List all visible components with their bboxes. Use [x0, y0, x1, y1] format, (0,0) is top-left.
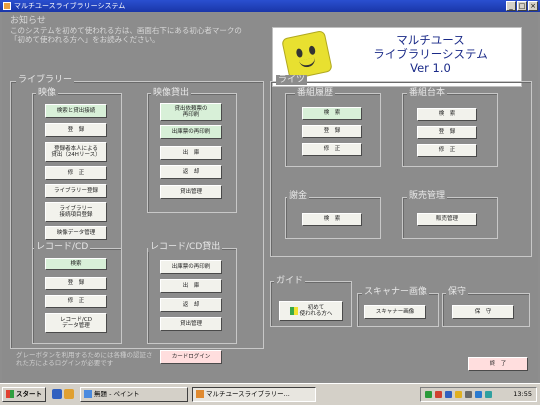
video-search-button[interactable]: 検索と貸出接続: [45, 104, 107, 118]
tray-icon[interactable]: [435, 391, 442, 398]
video-checkout-button[interactable]: 出 庫: [160, 146, 222, 160]
video-lending-label: 映像貸出: [151, 88, 192, 98]
fees-search-button[interactable]: 検 索: [302, 213, 362, 226]
task-label: マルチユースライブラリー...: [206, 390, 290, 398]
mascot-icon: [281, 29, 333, 81]
beginner-mark-icon: [289, 307, 298, 315]
maintenance-label: 保守: [446, 287, 469, 297]
script-register-button[interactable]: 登 録: [417, 126, 477, 139]
video-data-manage-button[interactable]: 映像データ管理: [45, 226, 107, 240]
record-lending-label: レコード/CD貸出: [148, 242, 223, 252]
system-tray: 13:55: [420, 387, 537, 402]
quicklaunch-icon[interactable]: [64, 389, 74, 399]
maximize-icon[interactable]: □: [517, 1, 527, 11]
video-lending-manage-button[interactable]: 貸出管理: [160, 185, 222, 199]
scanner-image-button[interactable]: スキャナー画像: [364, 305, 426, 319]
exit-button[interactable]: 終 了: [468, 357, 528, 371]
history-search-button[interactable]: 検 索: [302, 107, 362, 120]
scanner-label: スキャナー画像: [362, 287, 430, 297]
rights-label: ライツ: [276, 75, 308, 85]
tray-icon[interactable]: [485, 391, 492, 398]
logo-panel: マルチユース ライブラリーシステム Ver 1.0: [272, 27, 522, 87]
start-label: スタート: [16, 390, 42, 398]
first-time-guide-button[interactable]: 初めて 使われる方へ: [279, 301, 343, 321]
system-title: マルチユース ライブラリーシステム Ver 1.0: [373, 33, 488, 75]
quicklaunch-icon[interactable]: [52, 389, 62, 399]
start-button[interactable]: スタート: [2, 387, 46, 402]
maintenance-button[interactable]: 保 守: [452, 305, 514, 319]
notice-title: お知らせ: [10, 16, 46, 26]
video-return-button[interactable]: 返 却: [160, 165, 222, 179]
close-icon[interactable]: ×: [528, 1, 538, 11]
program-history-label: 番組履歴: [295, 88, 336, 98]
window-title: マルチユースライブラリーシステム: [14, 2, 126, 10]
record-return-button[interactable]: 返 却: [160, 298, 222, 312]
reprint-delivery-button[interactable]: 出庫票の再印刷: [160, 125, 222, 139]
history-register-button[interactable]: 登 録: [302, 125, 362, 138]
tray-icon[interactable]: [445, 391, 452, 398]
taskbar-task-library[interactable]: マルチユースライブラリー...: [192, 387, 316, 402]
history-edit-button[interactable]: 修 正: [302, 143, 362, 156]
record-lending-manage-button[interactable]: 貸出管理: [160, 317, 222, 331]
task-label: 無題 - ペイント: [94, 390, 140, 398]
guide-label: ガイド: [274, 276, 306, 286]
taskbar: スタート 無題 - ペイント マルチユースライブラリー... 13:55: [0, 383, 540, 405]
program-script-label: 番組台本: [407, 88, 448, 98]
main-client: お知らせ このシステムを初めて使われる方は、画面右下にある初心者マークの「初めて…: [2, 13, 538, 381]
notice-body: このシステムを初めて使われる方は、画面右下にある初心者マークの「初めて使われる方…: [10, 26, 242, 44]
record-edit-button[interactable]: 修 正: [45, 295, 107, 308]
video-self-lend-button[interactable]: 登録者本人による 貸出（24Hリース）: [45, 142, 107, 162]
record-checkout-button[interactable]: 出 庫: [160, 279, 222, 293]
reprint-request-button[interactable]: 貸出依頼票の 再印刷: [160, 103, 222, 121]
library-register-button[interactable]: ライブラリー登録: [45, 184, 107, 198]
fees-label: 謝金: [287, 191, 310, 201]
volume-icon[interactable]: [465, 391, 472, 398]
network-icon[interactable]: [475, 391, 482, 398]
script-edit-button[interactable]: 修 正: [417, 144, 477, 157]
windows-logo-icon: [6, 390, 14, 398]
record-reprint-button[interactable]: 出庫票の再印刷: [160, 260, 222, 274]
sales-label: 販売管理: [407, 191, 448, 201]
script-search-button[interactable]: 検 索: [417, 108, 477, 121]
video-edit-button[interactable]: 修 正: [45, 166, 107, 180]
record-label: レコード/CD: [34, 242, 91, 252]
login-footnote: グレーボタンを利用するためには各種の認証された方によるログインが必要です: [16, 351, 153, 367]
record-register-button[interactable]: 登 録: [45, 277, 107, 290]
video-label: 映像: [36, 88, 59, 98]
first-time-guide-label: 初めて 使われる方へ: [299, 304, 333, 318]
record-data-manage-button[interactable]: レコード/CD データ管理: [45, 313, 107, 333]
video-register-button[interactable]: 登 録: [45, 123, 107, 137]
app-window: マルチユースライブラリーシステム _ □ × お知らせ このシステムを初めて使わ…: [0, 0, 540, 383]
sales-manage-button[interactable]: 販売管理: [417, 213, 477, 226]
taskbar-task-paint[interactable]: 無題 - ペイント: [80, 387, 188, 402]
paint-icon: [84, 390, 92, 398]
library-app-icon: [196, 390, 204, 398]
tray-icon[interactable]: [455, 391, 462, 398]
title-bar: マルチユースライブラリーシステム _ □ ×: [0, 0, 540, 12]
clock: 13:55: [513, 390, 532, 398]
library-label: ライブラリー: [16, 75, 75, 85]
tray-icon[interactable]: [425, 391, 432, 398]
library-item-register-button[interactable]: ライブラリー 接続項目登録: [45, 202, 107, 222]
notice-area: お知らせ このシステムを初めて使われる方は、画面右下にある初心者マークの「初めて…: [10, 16, 250, 45]
minimize-icon[interactable]: _: [506, 1, 516, 11]
card-login-button[interactable]: カードログイン: [160, 350, 222, 364]
app-icon: [3, 2, 11, 10]
record-search-button[interactable]: 検索: [45, 258, 107, 270]
